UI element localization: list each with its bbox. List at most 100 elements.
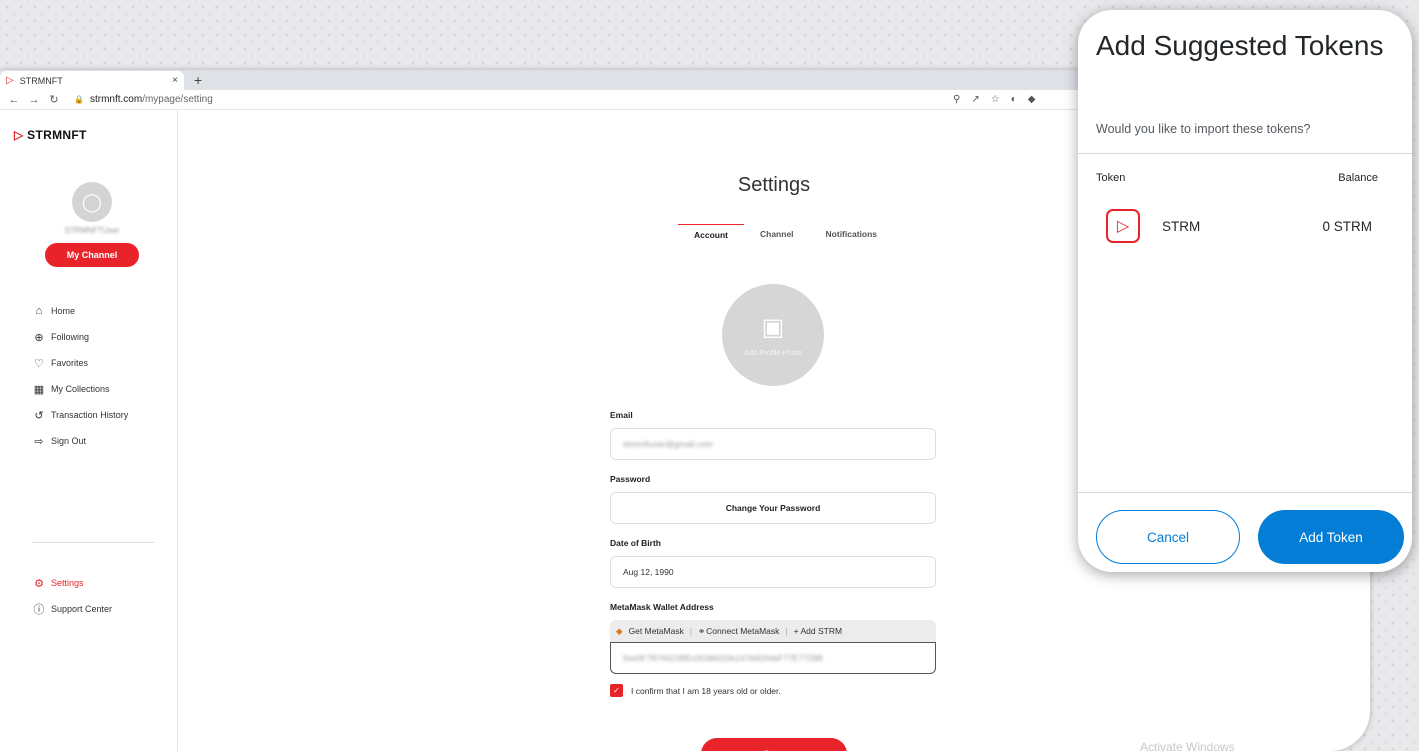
url-field[interactable]: 🔒 strmnft.com/mypage/setting <box>74 94 213 105</box>
sidebar-item-label: Sign Out <box>51 436 87 446</box>
reload-icon[interactable]: ↻ <box>48 93 60 106</box>
tab-close-icon[interactable]: × <box>172 75 178 86</box>
brand-suffix: NFT <box>62 128 87 142</box>
history-icon: ↺ <box>34 409 44 422</box>
my-channel-button[interactable]: My Channel <box>45 243 139 267</box>
browser-tab[interactable]: ▷ STRMNFT × <box>0 71 184 90</box>
star-icon[interactable]: ☆ <box>991 94 1000 105</box>
sidebar-item-favorites[interactable]: ♡ Favorites <box>32 350 128 376</box>
add-photo-label: Add Profile Photo <box>743 347 803 357</box>
extension-icon[interactable]: ◐ <box>1011 94 1017 105</box>
sidebar-item-label: Favorites <box>51 358 89 368</box>
link-icon: ⚭ <box>698 625 706 636</box>
sidebar: ▷ STRMNFT ◯ STRMNFTUser My Channel ⌂ Home… <box>0 110 178 751</box>
sidebar-item-my-collections[interactable]: ▦ My Collections <box>32 376 128 402</box>
tab-channel[interactable]: Channel <box>744 224 810 246</box>
dob-label: Date of Birth <box>610 538 661 548</box>
sidebar-bottom-menu: ⚙ Settings ⓘ Support Center <box>32 570 113 622</box>
age-confirm: ✓ I confirm that I am 18 years old or ol… <box>610 684 936 697</box>
separator: | <box>689 626 693 636</box>
email-field[interactable]: strmnftuser@gmail.com <box>610 428 936 460</box>
add-strm-link[interactable]: + Add STRM <box>794 626 842 636</box>
brand-logo[interactable]: ▷ STRMNFT <box>14 128 87 142</box>
help-icon: ⓘ <box>33 604 45 616</box>
col-balance: Balance <box>1338 172 1378 184</box>
confirm-text: I confirm that I am 18 years old or olde… <box>631 685 781 696</box>
change-password-button[interactable]: Change Your Password <box>610 492 936 524</box>
token-balance: 0 STRM <box>1322 218 1372 234</box>
account-form: Email strmnftuser@gmail.com Password Cha… <box>610 410 936 697</box>
age-checkbox[interactable]: ✓ <box>610 684 623 697</box>
username: STRMNFTUser <box>64 226 120 235</box>
fox-icon: ◆ <box>616 625 623 636</box>
sidebar-menu: ⌂ Home ⊕ Following ♡ Favorites ▦ My Collecti… <box>32 298 128 454</box>
toolbar-icons: ⚲ ↗ ☆ ◐ ◆ <box>953 94 1035 105</box>
change-password-label: Change Your Password <box>725 503 821 513</box>
sidebar-divider <box>32 542 154 543</box>
sidebar-item-label: Support Center <box>51 604 113 614</box>
col-token: Token <box>1096 172 1126 184</box>
connect-metamask-link[interactable]: Connect MetaMask <box>706 626 779 636</box>
settings-tabs: Account Channel Notifications <box>678 224 893 246</box>
token-row: ▷ STRM 0 STRM <box>1106 208 1372 244</box>
sidebar-item-support-center[interactable]: ⓘ Support Center <box>32 596 113 622</box>
gear-icon: ⚙ <box>34 577 44 590</box>
grid-icon: ▦ <box>33 383 45 396</box>
add-profile-photo[interactable]: ▣ Add Profile Photo <box>722 284 824 386</box>
metamask-toolbar: ◆ Get MetaMask | ⚭ Connect MetaMask | + … <box>610 620 936 642</box>
sidebar-item-following[interactable]: ⊕ Following <box>32 324 128 350</box>
sidebar-item-label: Transaction History <box>51 410 129 420</box>
separator: | <box>785 626 788 636</box>
add-suggested-tokens-popup: Add Suggested Tokens Would you like to i… <box>1078 10 1412 572</box>
camera-icon: ▣ <box>761 313 785 341</box>
avatar[interactable]: ◯ <box>72 182 112 222</box>
dob-field[interactable]: Aug 12, 1990 <box>610 556 936 588</box>
popup-title: Add Suggested Tokens <box>1096 30 1384 61</box>
get-metamask-link[interactable]: Get MetaMask <box>629 626 684 636</box>
dob-value: Aug 12, 1990 <box>623 567 674 577</box>
popup-footer-divider <box>1078 492 1412 493</box>
sidebar-item-label: My Collections <box>51 384 110 394</box>
tab-account[interactable]: Account <box>678 224 744 246</box>
email-value: strmnftuser@gmail.com <box>623 439 713 449</box>
metamask-extension-icon[interactable]: ◆ <box>1028 94 1036 105</box>
save-button[interactable]: Save <box>701 738 847 751</box>
token-name: STRM <box>1162 218 1201 234</box>
plus-circle-icon: ⊕ <box>34 331 44 344</box>
sidebar-item-sign-out[interactable]: ⇨ Sign Out <box>32 428 128 454</box>
new-tab-button[interactable]: + <box>194 72 202 88</box>
strm-logo-icon: ▷ <box>6 75 14 86</box>
token-table-header: Token Balance <box>1096 172 1378 184</box>
zoom-icon[interactable]: ⚲ <box>953 94 960 105</box>
sidebar-item-transaction-history[interactable]: ↺ Transaction History <box>32 402 128 428</box>
popup-subtitle: Would you like to import these tokens? <box>1096 122 1311 136</box>
wallet-value: 0xe0F7874422BEc0538631fe147b9264aF77E772… <box>623 653 823 663</box>
back-icon[interactable]: ← <box>8 94 20 106</box>
sidebar-item-label: Following <box>51 332 90 342</box>
user-icon: ◯ <box>81 191 103 212</box>
tab-notifications[interactable]: Notifications <box>810 224 893 246</box>
url-path: /mypage/setting <box>142 94 213 105</box>
strm-token-icon: ▷ <box>1106 209 1140 243</box>
sign-out-icon: ⇨ <box>34 435 44 448</box>
email-label: Email <box>610 410 633 420</box>
forward-icon[interactable]: → <box>28 94 40 106</box>
wallet-label: MetaMask Wallet Address <box>610 602 714 612</box>
url-host: strmnft.com <box>89 94 143 105</box>
tab-title: STRMNFT <box>19 75 63 86</box>
sidebar-item-settings[interactable]: ⚙ Settings <box>32 570 112 596</box>
heart-icon: ♡ <box>34 357 44 370</box>
sidebar-item-home[interactable]: ⌂ Home <box>32 298 128 324</box>
sidebar-item-label: Settings <box>51 578 84 588</box>
add-token-button[interactable]: Add Token <box>1258 510 1404 564</box>
password-label: Password <box>610 474 651 484</box>
share-icon[interactable]: ↗ <box>971 94 979 105</box>
cancel-button[interactable]: Cancel <box>1096 510 1240 564</box>
home-icon: ⌂ <box>35 305 43 317</box>
brand-play-icon: ▷ <box>14 128 28 142</box>
wallet-address-field[interactable]: 0xe0F7874422BEc0538631fe147b9264aF77E772… <box>610 642 936 674</box>
lock-icon: 🔒 <box>74 95 84 104</box>
popup-divider <box>1078 153 1412 154</box>
brand-prefix: STRM <box>27 128 63 142</box>
activate-windows-watermark: Activate Windows <box>1140 740 1235 751</box>
